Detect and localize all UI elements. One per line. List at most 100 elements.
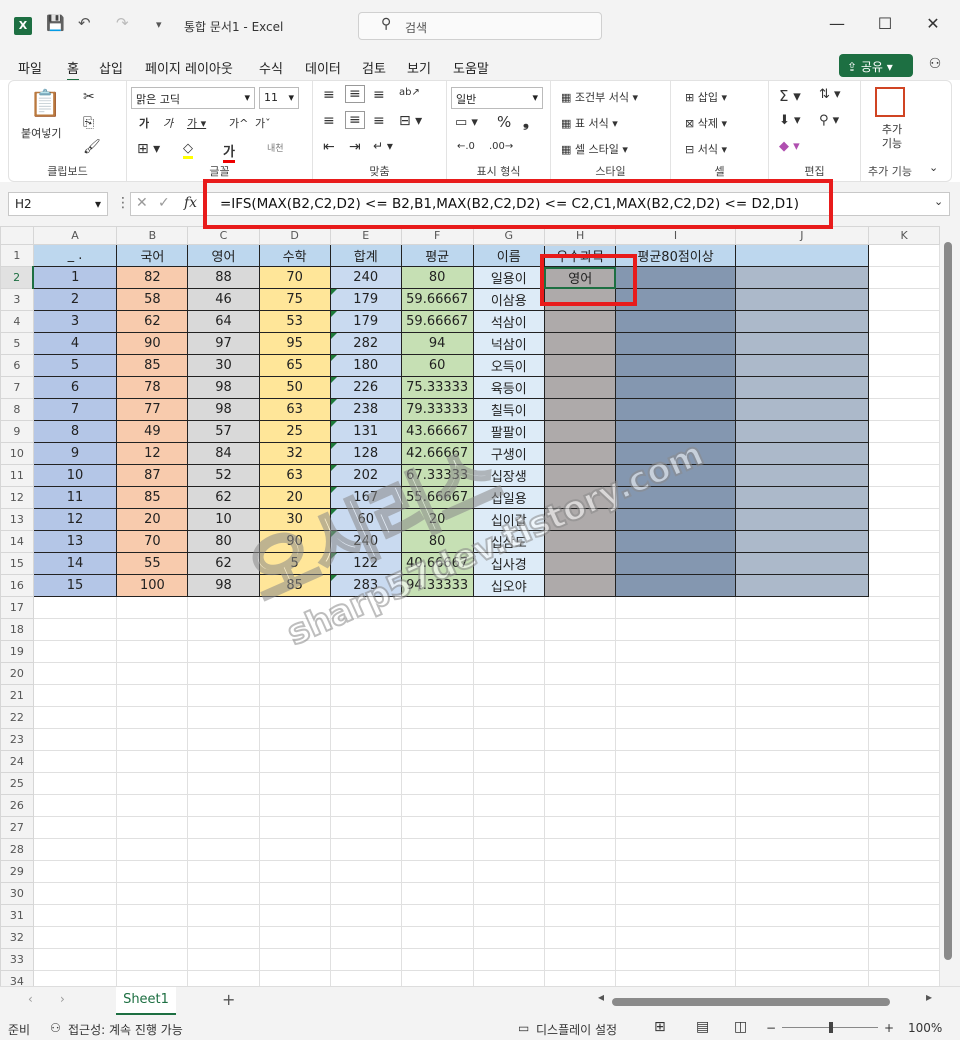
merge-center-icon[interactable]: ⊟ ▾ [399, 113, 422, 129]
row-header[interactable]: 34 [0, 970, 34, 986]
row-header[interactable]: 26 [0, 794, 34, 817]
format-cells-button[interactable]: ⊟ 서식 ▾ [685, 141, 727, 157]
column-header[interactable]: K [868, 226, 940, 245]
cell[interactable] [734, 288, 870, 311]
font-name-select[interactable]: 맑은 고딕 ▾ [131, 87, 255, 109]
cell[interactable] [868, 552, 940, 575]
italic-button[interactable]: 가 [163, 115, 173, 131]
hscroll-right-icon[interactable]: ▸ [926, 990, 932, 1004]
cell[interactable] [187, 970, 260, 986]
header-cell[interactable]: 수학 [258, 244, 331, 267]
row-header[interactable]: 9 [0, 420, 34, 443]
cell[interactable] [868, 442, 940, 465]
cell[interactable]: 20 [116, 508, 189, 531]
cell[interactable] [258, 618, 331, 641]
prev-sheet-icon[interactable]: ‹ [28, 992, 33, 1006]
cell[interactable] [187, 816, 260, 839]
cell[interactable] [615, 728, 736, 751]
header-cell[interactable]: 이름 [472, 244, 545, 267]
tab-data[interactable]: 데이터 [305, 58, 341, 77]
cell[interactable] [400, 948, 474, 971]
autosum-icon[interactable]: Σ ▾ [779, 87, 801, 105]
cell[interactable] [116, 882, 189, 905]
cell[interactable] [868, 596, 940, 619]
cell[interactable]: 167 [329, 486, 402, 509]
cell[interactable] [400, 618, 474, 641]
cell[interactable] [116, 904, 189, 927]
search-box[interactable]: ⚲ 검색 [358, 12, 602, 40]
cell[interactable] [543, 684, 617, 707]
cell[interactable]: 32 [258, 442, 331, 465]
cell[interactable]: 80 [187, 530, 260, 553]
cell[interactable] [868, 728, 940, 751]
decrease-indent-icon[interactable]: ⇤ [323, 139, 335, 155]
cell[interactable] [329, 662, 402, 685]
cell[interactable]: 20 [258, 486, 331, 509]
cell[interactable] [868, 244, 940, 267]
cell[interactable]: 52 [187, 464, 260, 487]
cell[interactable] [400, 750, 474, 773]
cell[interactable]: 94 [400, 332, 474, 355]
cell[interactable] [329, 838, 402, 861]
paste-button[interactable]: 붙여넣기 [21, 125, 61, 141]
cell[interactable] [543, 376, 617, 399]
cell[interactable] [543, 288, 617, 311]
cell[interactable] [615, 398, 736, 421]
horizontal-scroll-thumb[interactable] [612, 998, 890, 1006]
increase-decimal-icon[interactable]: ←.0 [457, 141, 475, 152]
cell[interactable] [472, 728, 545, 751]
cell[interactable]: 8 [32, 420, 118, 443]
cell[interactable] [258, 728, 331, 751]
cell[interactable]: 6 [32, 376, 118, 399]
cell[interactable]: 9 [32, 442, 118, 465]
cell[interactable] [258, 970, 331, 986]
row-header[interactable]: 8 [0, 398, 34, 421]
cell[interactable]: 238 [329, 398, 402, 421]
cell[interactable] [329, 684, 402, 707]
cell[interactable]: 칠득이 [472, 398, 545, 421]
cell[interactable] [116, 596, 189, 619]
row-header[interactable]: 14 [0, 530, 34, 553]
cell[interactable] [615, 706, 736, 729]
cell[interactable]: 94.33333 [400, 574, 474, 597]
cell[interactable] [734, 684, 870, 707]
cell[interactable] [116, 860, 189, 883]
cell[interactable] [187, 904, 260, 927]
cell[interactable]: 60 [329, 508, 402, 531]
zoom-out-icon[interactable]: − [766, 1021, 776, 1035]
cell[interactable] [615, 750, 736, 773]
cell[interactable] [258, 706, 331, 729]
cell[interactable] [868, 904, 940, 927]
page-break-view-icon[interactable]: ◫ [734, 1019, 747, 1035]
cell[interactable] [734, 464, 870, 487]
cell[interactable] [258, 882, 331, 905]
cell[interactable]: 10 [187, 508, 260, 531]
cell[interactable] [868, 618, 940, 641]
cell[interactable] [116, 640, 189, 663]
cell[interactable]: 240 [329, 530, 402, 553]
cell[interactable]: 70 [258, 266, 331, 289]
row-header[interactable]: 7 [0, 376, 34, 399]
cell[interactable]: 60 [400, 354, 474, 377]
cell[interactable] [258, 860, 331, 883]
cell[interactable] [868, 574, 940, 597]
row-header[interactable]: 18 [0, 618, 34, 641]
cell[interactable]: 88 [187, 266, 260, 289]
cell[interactable] [615, 376, 736, 399]
header-cell[interactable]: 평균80점이상 [615, 244, 736, 267]
cell[interactable]: 62 [116, 310, 189, 333]
row-header[interactable]: 20 [0, 662, 34, 685]
clear-icon[interactable]: ◆ ▾ [779, 139, 800, 154]
cell[interactable] [400, 728, 474, 751]
cell[interactable] [543, 750, 617, 773]
align-left-icon[interactable]: ≡ [323, 113, 335, 129]
cell[interactable]: 122 [329, 552, 402, 575]
cell[interactable] [32, 596, 118, 619]
header-cell[interactable]: 영어 [187, 244, 260, 267]
cell[interactable] [543, 508, 617, 531]
cell[interactable]: 55.66667 [400, 486, 474, 509]
tab-page-layout[interactable]: 페이지 레이아웃 [145, 58, 233, 77]
cell[interactable] [116, 618, 189, 641]
cell[interactable]: 10 [32, 464, 118, 487]
row-header[interactable]: 2 [0, 266, 35, 289]
